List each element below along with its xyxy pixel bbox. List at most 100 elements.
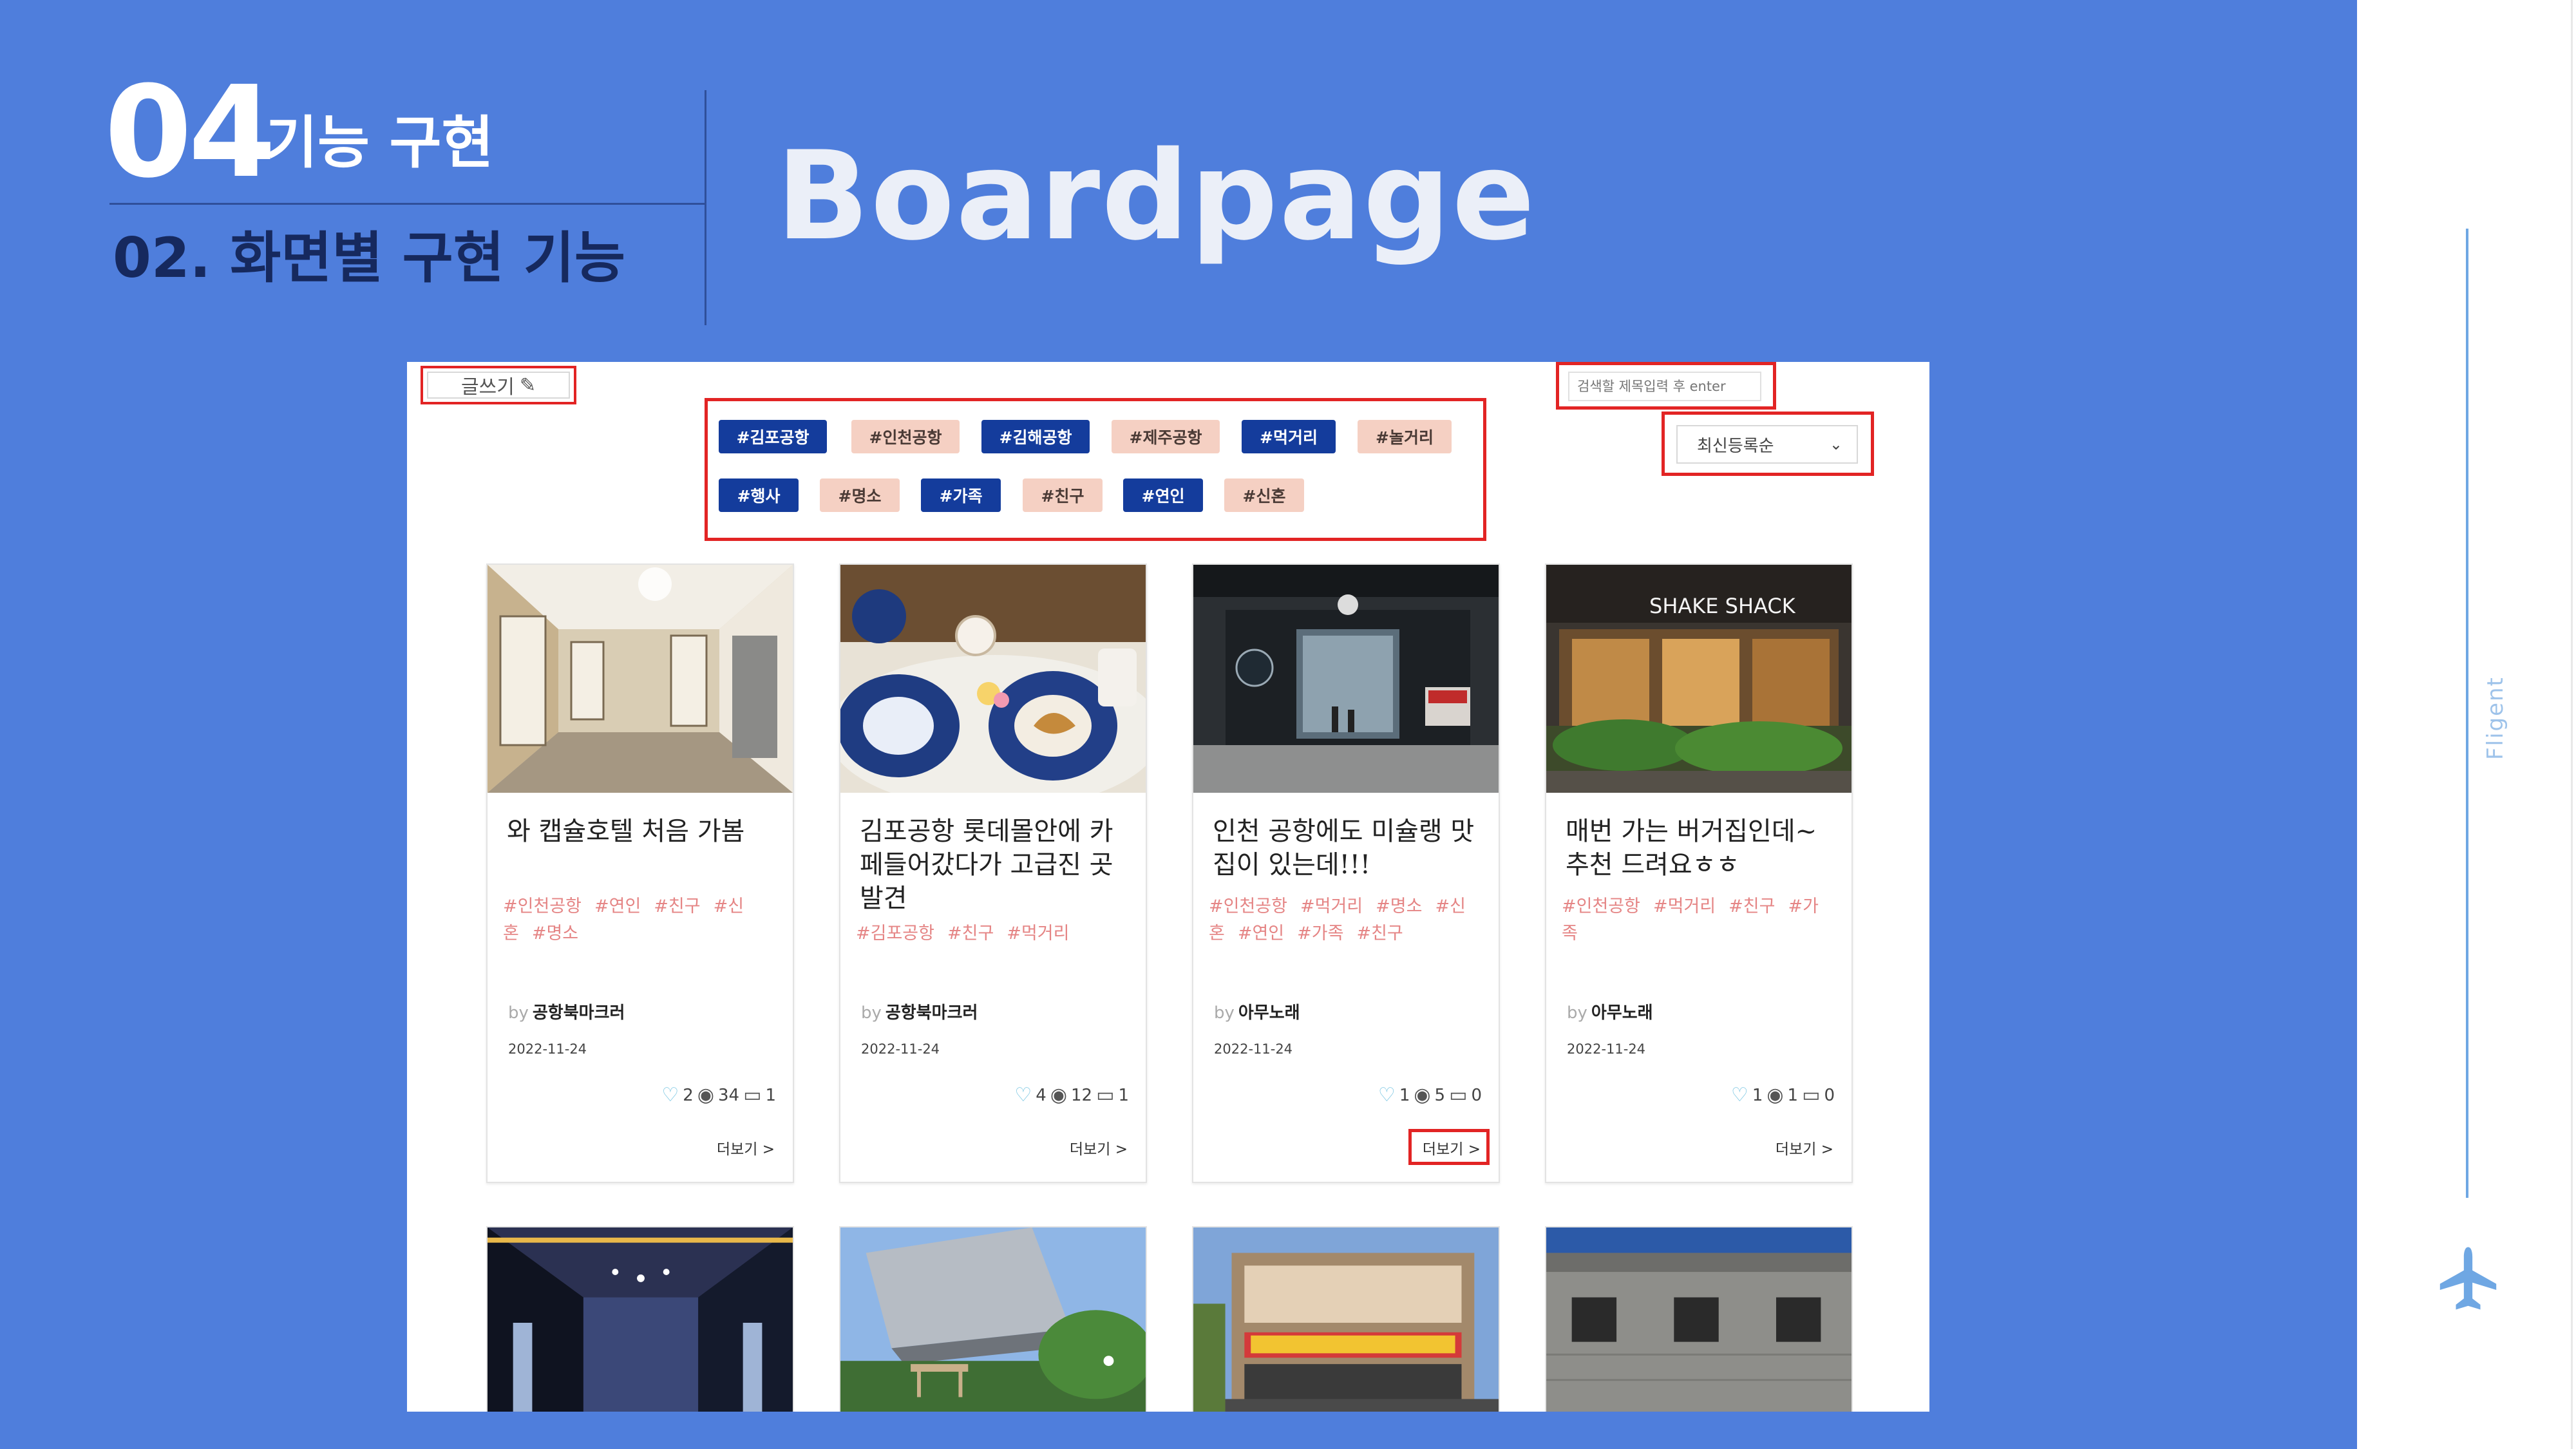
post-card-1[interactable]: 와 캡슐호텔 처음 가봄 #인천공항 #연인 #친구 #신 혼 #명소 by 공항북마크러… — [486, 564, 794, 1183]
post-card-2[interactable]: 김포공항 롯데몰안에 카페들어갔다가 고급진 곳 발견 #김포공항 #친구 #먹거리… — [839, 564, 1147, 1183]
post-tags: #인천공항 #먹거리 #친구 #가 족 — [1562, 893, 1839, 947]
more-link[interactable]: 더보기 > — [1070, 1137, 1128, 1159]
page-title: Boardpage — [776, 125, 1537, 267]
comment-count: 1 — [765, 1085, 776, 1105]
tag-filter-couple[interactable]: #연인 — [1123, 478, 1203, 512]
eye-icon: ◉ — [1414, 1084, 1431, 1106]
sort-selected-value: 최신등록순 — [1697, 436, 1774, 456]
post-tags: #인천공항 #연인 #친구 #신 혼 #명소 — [503, 893, 780, 947]
tag-filter-highlight: #김포공항 #인천공항 #김해공항 #제주공항 #먹거리 #놀거리 #행사 #명… — [705, 398, 1486, 541]
post-tag[interactable]: #친구 — [947, 923, 994, 943]
eye-icon: ◉ — [697, 1084, 714, 1106]
post-thumbnail-row2-2[interactable] — [839, 1226, 1147, 1412]
view-count: 5 — [1434, 1085, 1446, 1105]
post-tag[interactable]: #먹거리 — [1300, 896, 1363, 916]
post-tag[interactable]: #친구 — [1728, 896, 1775, 916]
more-link[interactable]: 더보기 > — [1423, 1137, 1481, 1159]
post-tag[interactable]: #명소 — [532, 923, 578, 943]
brand-text: Fligent — [2483, 676, 2508, 760]
pencil-icon: ✎ — [519, 374, 536, 397]
comment-count: 1 — [1118, 1085, 1129, 1105]
search-highlight — [1556, 362, 1776, 410]
more-link[interactable]: 더보기 > — [717, 1137, 775, 1159]
post-tag[interactable]: #김포공항 — [856, 923, 934, 943]
post-thumbnail[interactable]: SHAKE SHACK — [1546, 565, 1852, 793]
header-vertical-divider — [705, 90, 706, 325]
comment-icon: ▭ — [1096, 1084, 1115, 1106]
post-thumbnail-row2-4[interactable] — [1545, 1226, 1853, 1412]
post-stats: ♡ 2 ◉ 34 ▭ 1 — [661, 1084, 776, 1106]
tag-filter-family[interactable]: #가족 — [921, 478, 1001, 512]
post-tag[interactable]: #친구 — [654, 896, 700, 916]
tag-filter-newlywed[interactable]: #신혼 — [1224, 478, 1304, 512]
heart-icon[interactable]: ♡ — [1014, 1084, 1032, 1106]
post-tag[interactable]: #먹거리 — [1653, 896, 1716, 916]
post-card-3[interactable]: 인천 공항에도 미슐랭 맛집이 있는데!!! #인천공항 #먹거리 #명소 #신 혼 #… — [1192, 564, 1500, 1183]
post-tag[interactable]: #신 — [714, 896, 744, 916]
post-card-4[interactable]: SHAKE SHACK 매번 가는 버거집인데~ 추천 드려요ㅎㅎ #인천공항 #… — [1545, 564, 1853, 1183]
write-button-label: 글쓰기 — [461, 376, 515, 399]
post-thumbnail[interactable] — [1193, 565, 1499, 793]
post-thumbnail[interactable] — [840, 565, 1146, 793]
post-date: 2022-11-24 — [861, 1041, 940, 1057]
sort-select[interactable]: 최신등록순 ⌄ — [1676, 425, 1858, 464]
tag-filter-incheon[interactable]: #인천공항 — [851, 420, 960, 453]
shop-sign: SHAKE SHACK — [1649, 594, 1796, 618]
write-button-highlight: 글쓰기 ✎ — [421, 366, 576, 404]
post-tag[interactable]: #신 — [1435, 896, 1465, 916]
write-button[interactable]: 글쓰기 ✎ — [427, 372, 570, 399]
post-tag[interactable]: #가족 — [1297, 923, 1343, 943]
heart-icon[interactable]: ♡ — [1378, 1084, 1396, 1106]
tag-filter-gimpo[interactable]: #김포공항 — [719, 420, 827, 453]
sort-highlight: 최신등록순 ⌄ — [1662, 412, 1874, 476]
post-tag[interactable]: 혼 — [503, 923, 519, 943]
comment-count: 0 — [1471, 1085, 1482, 1105]
post-tags: #김포공항 #친구 #먹거리 — [856, 920, 1133, 947]
comment-count: 0 — [1824, 1085, 1835, 1105]
comment-icon: ▭ — [743, 1084, 762, 1106]
post-tag[interactable]: #인천공항 — [503, 896, 582, 916]
heart-icon[interactable]: ♡ — [661, 1084, 679, 1106]
post-thumbnail[interactable] — [488, 565, 793, 793]
tag-filter-gimhae[interactable]: #김해공항 — [981, 420, 1090, 453]
more-link[interactable]: 더보기 > — [1776, 1137, 1833, 1159]
board-screenshot: 글쓰기 ✎ #김포공항 #인천공항 #김해공항 #제주공항 #먹거리 #놀거리 … — [407, 362, 1929, 1412]
post-title[interactable]: 김포공항 롯데몰안에 카페들어갔다가 고급진 곳 발견 — [860, 815, 1130, 915]
post-tag[interactable]: #인천공항 — [1562, 896, 1640, 916]
post-tag[interactable]: #가 — [1788, 896, 1818, 916]
view-count: 12 — [1071, 1085, 1093, 1105]
post-date: 2022-11-24 — [1567, 1041, 1646, 1057]
like-count: 4 — [1036, 1085, 1046, 1105]
post-tag[interactable]: #연인 — [594, 896, 641, 916]
post-title[interactable]: 와 캡슐호텔 처음 가봄 — [507, 815, 777, 848]
post-date: 2022-11-24 — [508, 1041, 587, 1057]
post-thumbnail-row2-3[interactable] — [1192, 1226, 1500, 1412]
tag-filter-landmark[interactable]: #명소 — [820, 478, 900, 512]
post-title[interactable]: 인천 공항에도 미슐랭 맛집이 있는데!!! — [1213, 815, 1483, 882]
post-author: by 아무노래 — [1214, 1003, 1300, 1023]
post-thumbnail-row2-1[interactable] — [486, 1226, 794, 1412]
post-tag[interactable]: #먹거리 — [1007, 923, 1069, 943]
post-stats: ♡ 1 ◉ 1 ▭ 0 — [1731, 1084, 1835, 1106]
post-title[interactable]: 매번 가는 버거집인데~ 추천 드려요ㅎㅎ — [1566, 815, 1836, 882]
tag-filter-play[interactable]: #놀거리 — [1358, 420, 1452, 453]
post-author: by 아무노래 — [1567, 1003, 1653, 1023]
chapter-number: 04 — [104, 59, 276, 206]
post-tag[interactable]: 혼 — [1209, 923, 1225, 943]
vertical-accent-line — [2466, 229, 2468, 1198]
post-tag[interactable]: #인천공항 — [1209, 896, 1287, 916]
post-tag[interactable]: #명소 — [1376, 896, 1422, 916]
comment-icon: ▭ — [1802, 1084, 1821, 1106]
post-tag[interactable]: #친구 — [1356, 923, 1403, 943]
tag-filter-event[interactable]: #행사 — [719, 478, 799, 512]
post-stats: ♡ 4 ◉ 12 ▭ 1 — [1014, 1084, 1129, 1106]
eye-icon: ◉ — [1050, 1084, 1067, 1106]
search-input[interactable] — [1568, 372, 1761, 401]
post-date: 2022-11-24 — [1214, 1041, 1293, 1057]
post-tag[interactable]: #연인 — [1238, 923, 1284, 943]
tag-filter-jeju[interactable]: #제주공항 — [1112, 420, 1220, 453]
post-tag[interactable]: 족 — [1562, 923, 1578, 943]
tag-filter-friend[interactable]: #친구 — [1023, 478, 1103, 512]
tag-filter-food[interactable]: #먹거리 — [1242, 420, 1336, 453]
heart-icon[interactable]: ♡ — [1731, 1084, 1748, 1106]
